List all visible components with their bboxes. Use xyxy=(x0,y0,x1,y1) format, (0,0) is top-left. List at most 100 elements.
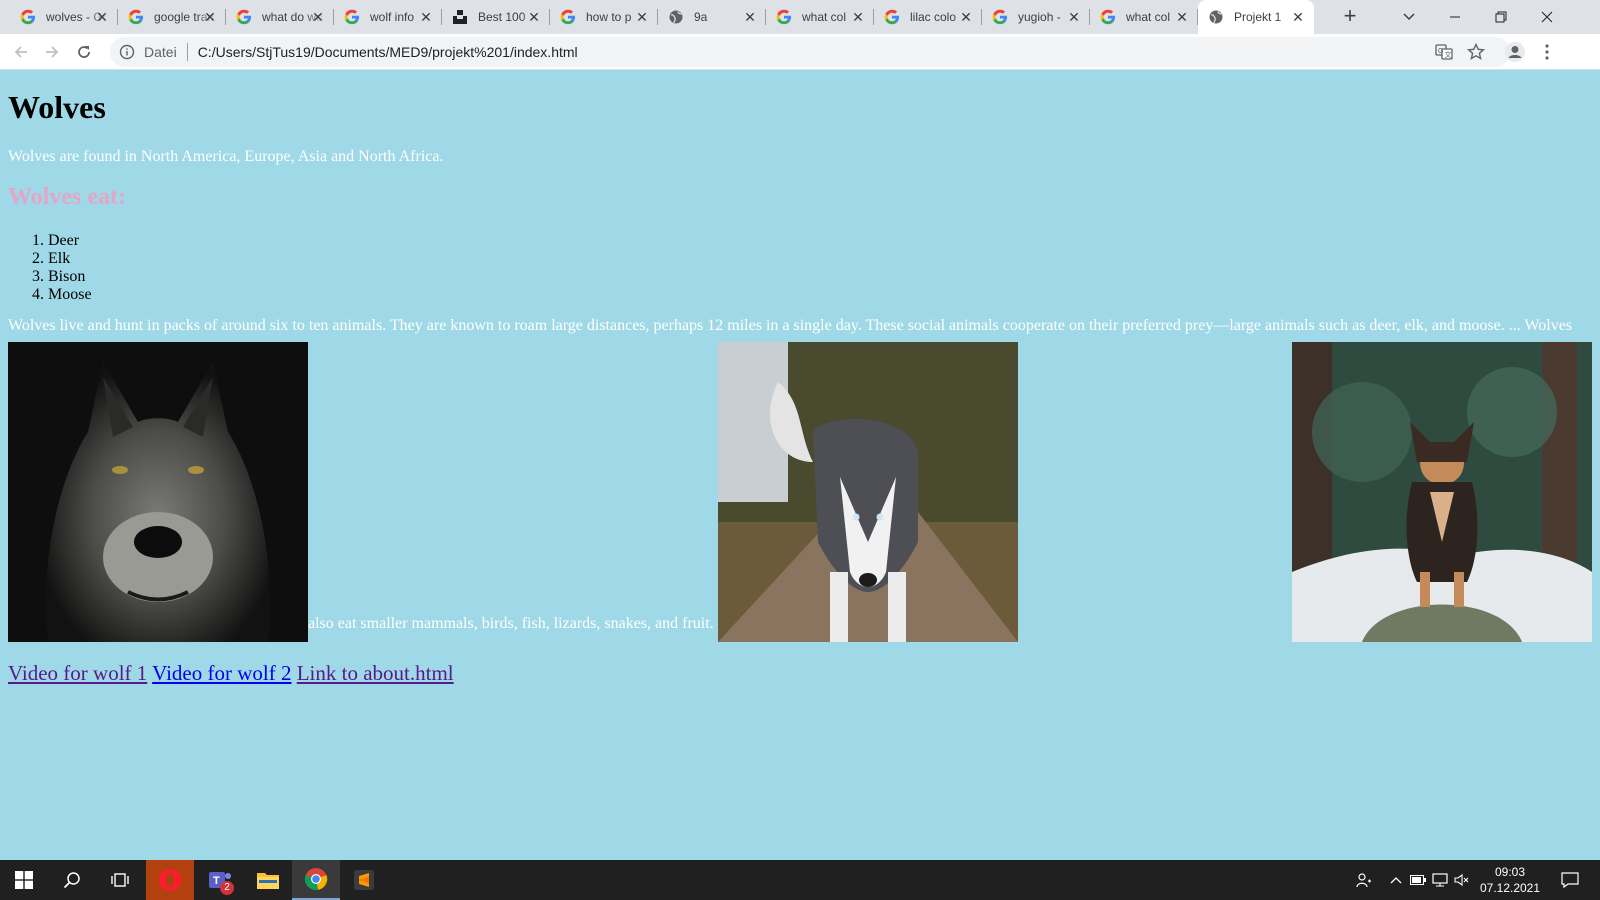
browser-tab[interactable]: what do wolves eat✕ xyxy=(226,0,334,34)
list-item: 4. Moose xyxy=(32,286,92,303)
browser-tab[interactable]: 9a ✕ xyxy=(658,0,766,34)
close-tab-icon[interactable]: ✕ xyxy=(1174,9,1190,25)
svg-text:文: 文 xyxy=(1445,50,1452,59)
forward-button[interactable] xyxy=(38,38,66,66)
taskbar-file-explorer[interactable] xyxy=(244,860,292,900)
list-item: 2. Elk xyxy=(32,250,71,267)
google-icon xyxy=(992,9,1008,25)
diet-heading: Wolves eat: xyxy=(8,184,126,210)
page-title: Wolves xyxy=(8,89,106,125)
minimize-icon xyxy=(1450,16,1460,18)
profile-button[interactable] xyxy=(1503,40,1527,64)
tab-search-button[interactable] xyxy=(1386,0,1432,34)
wolf-photo-1 xyxy=(8,342,308,642)
teams-badge: 2 xyxy=(220,881,234,895)
list-item: 1. Deer xyxy=(32,232,80,249)
browser-tab[interactable]: lilac colo ✕ xyxy=(874,0,982,34)
minimize-button[interactable] xyxy=(1432,0,1478,34)
network-icon xyxy=(1432,873,1448,887)
google-icon xyxy=(128,9,144,25)
about-page-link[interactable]: Link to about.html xyxy=(297,661,454,685)
restore-button[interactable] xyxy=(1478,0,1524,34)
taskbar-clock[interactable]: 09:03 07.12.2021 xyxy=(1475,864,1545,896)
close-tab-icon[interactable]: ✕ xyxy=(202,9,218,25)
browser-tab[interactable]: how to p ✕ xyxy=(550,0,658,34)
back-button[interactable] xyxy=(7,38,35,66)
wolf-video-2-link[interactable]: Video for wolf 2 xyxy=(152,661,291,685)
reload-button[interactable] xyxy=(70,38,98,66)
wolf-photo-3 xyxy=(1292,342,1592,642)
browser-tab[interactable]: wolves - Google-Suche✕ xyxy=(10,0,118,34)
start-button[interactable] xyxy=(0,860,48,900)
taskbar-teams[interactable]: T 2 xyxy=(196,860,244,900)
arrow-right-icon xyxy=(46,46,59,58)
network-button[interactable] xyxy=(1430,860,1450,900)
volume-muted-icon xyxy=(1454,873,1469,887)
avatar-icon xyxy=(1505,42,1525,62)
close-tab-icon[interactable]: ✕ xyxy=(850,9,866,25)
task-view-icon xyxy=(111,873,129,887)
info-icon[interactable] xyxy=(118,43,136,61)
browser-tab[interactable]: what col ✕ xyxy=(1090,0,1198,34)
clock-time: 09:03 xyxy=(1494,865,1526,879)
google-icon xyxy=(884,9,900,25)
browser-tab[interactable]: what col ✕ xyxy=(766,0,874,34)
close-tab-icon[interactable]: ✕ xyxy=(1290,9,1306,25)
svg-text:T: T xyxy=(213,875,220,887)
battery-button[interactable] xyxy=(1408,860,1428,900)
browser-toolbar: Datei C:/Users/StjTus19/Documents/MED9/p… xyxy=(0,34,1600,70)
wolf-photo-2 xyxy=(718,342,1018,642)
link-row: Video for wolf 1 Video for wolf 2 Link t… xyxy=(8,661,454,686)
close-tab-icon[interactable]: ✕ xyxy=(634,9,650,25)
close-tab-icon[interactable]: ✕ xyxy=(94,9,110,25)
browser-tab[interactable]: wolf info ✕ xyxy=(334,0,442,34)
address-bar[interactable]: Datei C:/Users/StjTus19/Documents/MED9/p… xyxy=(110,37,1510,67)
close-tab-icon[interactable]: ✕ xyxy=(418,9,434,25)
chevron-down-icon xyxy=(1403,13,1415,21)
arrow-left-icon xyxy=(14,46,27,58)
tab-strip: wolves - Google-Suche✕google translate✕w… xyxy=(0,0,1600,34)
taskbar-search-button[interactable] xyxy=(48,860,96,900)
bookmark-star-button[interactable] xyxy=(1464,40,1488,64)
wolf-video-1-link[interactable]: Video for wolf 1 xyxy=(8,661,147,685)
browser-tab[interactable]: yugioh - ✕ xyxy=(982,0,1090,34)
new-tab-button[interactable]: + xyxy=(1338,5,1362,29)
sublime-text-icon xyxy=(354,870,374,890)
intro-text: Wolves are found in North America, Europ… xyxy=(8,148,444,165)
reload-icon xyxy=(78,46,90,58)
show-hidden-icons-button[interactable] xyxy=(1386,860,1406,900)
chevron-up-icon xyxy=(1390,877,1402,884)
google-icon xyxy=(236,9,252,25)
taskbar-opera[interactable] xyxy=(146,860,194,900)
chrome-icon xyxy=(304,868,328,891)
tab-title: Projekt 1 xyxy=(1234,10,1282,24)
close-tab-icon[interactable]: ✕ xyxy=(958,9,974,25)
close-tab-icon[interactable]: ✕ xyxy=(526,9,542,25)
browser-tab[interactable]: Best 100 ✕ xyxy=(442,0,550,34)
task-view-button[interactable] xyxy=(96,860,144,900)
close-tab-icon[interactable]: ✕ xyxy=(1066,9,1082,25)
close-icon xyxy=(1541,11,1553,23)
close-tab-icon[interactable]: ✕ xyxy=(310,9,326,25)
browser-tab[interactable]: Projekt 1 ✕ xyxy=(1198,0,1314,34)
battery-icon xyxy=(1410,875,1426,885)
close-tab-icon[interactable]: ✕ xyxy=(742,9,758,25)
windows-taskbar: T 2 09:03 07.12.2021 xyxy=(0,860,1600,900)
menu-button[interactable] xyxy=(1535,40,1559,64)
volume-button[interactable] xyxy=(1452,860,1472,900)
clock-date: 07.12.2021 xyxy=(1479,881,1541,895)
people-button[interactable] xyxy=(1350,860,1378,900)
search-icon xyxy=(63,872,80,889)
people-icon xyxy=(1356,873,1371,888)
svg-text:G: G xyxy=(1438,48,1443,55)
url-text: C:/Users/StjTus19/Documents/MED9/projekt… xyxy=(197,44,578,60)
translate-button[interactable]: G文 xyxy=(1432,40,1456,64)
taskbar-chrome[interactable] xyxy=(292,860,340,900)
action-center-button[interactable] xyxy=(1550,860,1590,900)
taskbar-sublime-text[interactable] xyxy=(340,860,388,900)
browser-tab[interactable]: google translate✕ xyxy=(118,0,226,34)
close-window-button[interactable] xyxy=(1524,0,1570,34)
google-icon xyxy=(1100,9,1116,25)
star-icon xyxy=(1467,43,1485,60)
google-icon xyxy=(560,9,576,25)
